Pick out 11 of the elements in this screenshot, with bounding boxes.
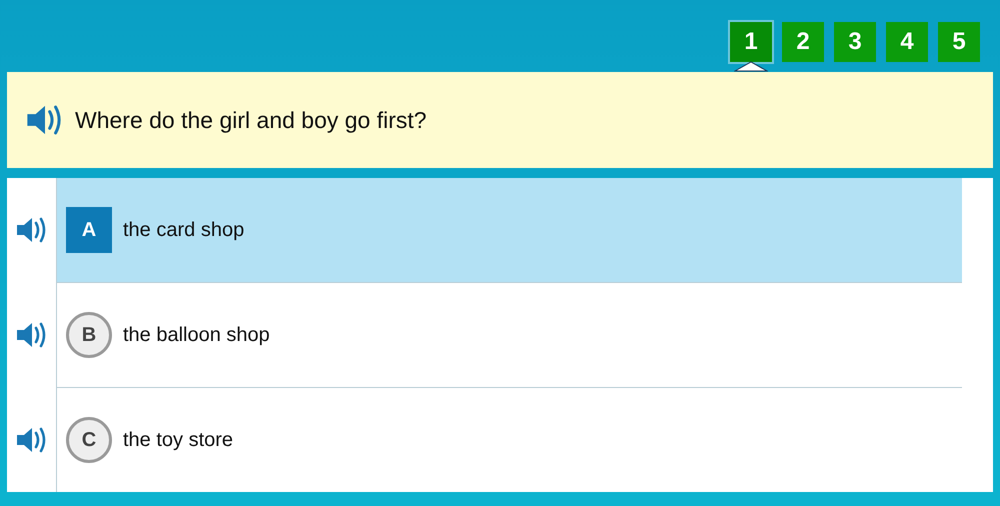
option-letter: C: [66, 417, 112, 463]
option-letter: A: [66, 207, 112, 253]
question-tab[interactable]: 3: [834, 22, 876, 62]
question-tab[interactable]: 1: [730, 22, 772, 62]
question-text: Where do the girl and boy go first?: [75, 106, 427, 135]
question-tab[interactable]: 4: [886, 22, 928, 62]
option-letter: B: [66, 312, 112, 358]
question-tab[interactable]: 2: [782, 22, 824, 62]
answer-option[interactable]: A the card shop: [57, 178, 962, 282]
pointer-icon: [734, 61, 768, 72]
question-tab[interactable]: 5: [938, 22, 980, 62]
